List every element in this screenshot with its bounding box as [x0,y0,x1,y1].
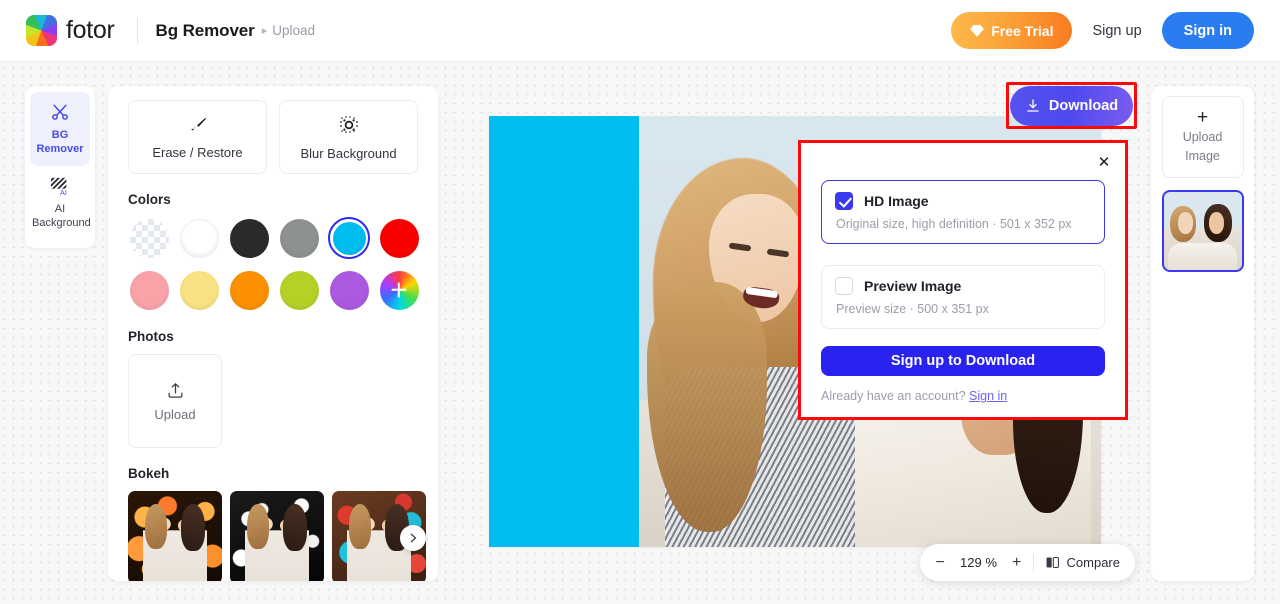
erase-restore-card[interactable]: Erase / Restore [128,100,267,174]
zoom-level-value: 129 % [960,555,997,570]
tool-card-row: Erase / Restore Blur Background [128,100,418,174]
gem-icon [970,24,985,37]
compare-button[interactable]: Compare [1045,555,1120,570]
header-actions: Free Trial Sign up Sign in [951,12,1254,49]
breadcrumb-separator-icon: ▸ [261,25,268,37]
zoom-out-button[interactable]: − [935,554,945,571]
sidebar-item-ai-background[interactable]: AI AI Background [30,166,91,240]
bokeh-next-arrow-button[interactable] [400,524,426,551]
upload-image-label-line2: Image [1185,149,1220,163]
colors-section-title: Colors [128,192,171,207]
popup-sign-in-link[interactable]: Sign in [969,389,1007,403]
bokeh-thumb-orange-lights[interactable] [128,491,222,581]
breadcrumb-current: Upload [272,23,315,38]
photos-section-title: Photos [128,329,174,344]
color-swatch-white[interactable] [178,217,220,259]
hd-image-checkbox[interactable] [835,192,853,210]
brand-logo[interactable]: fotor [26,15,115,46]
blur-background-label: Blur Background [300,146,397,161]
photos-upload-button[interactable]: Upload [128,354,222,448]
header-divider [136,17,138,44]
brush-icon [190,117,206,131]
close-icon[interactable]: ✕ [1093,151,1115,173]
bokeh-thumb-white-hearts[interactable] [230,491,324,581]
preview-image-checkbox[interactable] [835,277,853,295]
brand-name: fotor [66,16,115,44]
free-trial-label: Free Trial [991,22,1054,39]
color-swatch-orange[interactable] [228,269,270,311]
download-arrow-icon [1027,99,1039,112]
color-swatch-yellow[interactable] [178,269,220,311]
color-swatch-red[interactable] [378,217,420,259]
color-swatch-grid [128,217,420,311]
color-swatch-pink[interactable] [128,269,170,311]
right-sidebar: + Upload Image [1151,86,1254,581]
color-swatch-gray[interactable] [278,217,320,259]
option-preview-image[interactable]: Preview Image Preview size · 500 x 351 p… [821,265,1105,329]
ai-pattern-icon: AI [32,175,88,197]
photos-upload-label: Upload [154,406,196,422]
upload-image-label-line1: Upload [1182,130,1223,144]
blur-icon [339,116,358,133]
download-popup-highlight: ✕ HD Image Original size, high definitio… [798,140,1128,420]
download-popup: ✕ HD Image Original size, high definitio… [801,143,1125,417]
erase-restore-label: Erase / Restore [152,145,243,160]
option-hd-image[interactable]: HD Image Original size, high definition … [821,180,1105,244]
blur-background-card[interactable]: Blur Background [279,100,418,174]
zoom-divider [1032,554,1034,571]
color-swatch-lime[interactable] [278,269,320,311]
zoom-toolbar: − 129 % + Compare [920,544,1135,581]
bokeh-thumb-row [128,491,426,581]
sidebar-item-label: BG Remover [36,129,84,155]
sign-in-button[interactable]: Sign in [1161,12,1254,49]
compare-icon [1046,556,1059,569]
color-swatch-cyan-selected[interactable] [328,217,370,259]
left-tool-rail: BG Remover AI AI Background [25,86,95,248]
hd-image-title: HD Image [864,193,929,209]
compare-label: Compare [1066,555,1120,570]
color-swatch-purple[interactable] [328,269,370,311]
sidebar-item-bg-remover[interactable]: BG Remover [30,92,90,166]
preview-image-title: Preview Image [864,278,962,294]
sign-up-to-download-button[interactable]: Sign up to Download [821,346,1105,376]
bokeh-section-title: Bokeh [128,466,170,481]
hd-image-subtitle: Original size, high definition · 501 x 3… [836,217,1072,231]
top-header: fotor Bg Remover ▸ Upload Free Trial Sig… [0,0,1280,62]
chevron-right-icon [410,533,417,542]
free-trial-button[interactable]: Free Trial [951,12,1073,49]
fotor-logo-icon [26,15,57,46]
svg-text:AI: AI [60,188,67,196]
bg-tool-panel: Erase / Restore Blur Background Colors P… [108,86,438,581]
sidebar-item-label: AI Background [32,203,91,229]
download-button[interactable]: Download [1010,86,1133,126]
download-label: Download [1048,98,1119,114]
color-swatch-transparent[interactable] [128,217,170,259]
sign-up-link[interactable]: Sign up [1092,23,1141,39]
color-swatch-black[interactable] [228,217,270,259]
scissors-icon [32,101,88,123]
plus-icon: + [1196,107,1209,128]
account-prompt: Already have an account? Sign in [821,389,1105,403]
upload-image-button[interactable]: + Upload Image [1161,96,1244,178]
active-photo-thumbnail[interactable] [1161,190,1244,272]
zoom-in-button[interactable]: + [1011,554,1021,571]
upload-icon [168,382,182,398]
page-title: Bg Remover [155,20,255,40]
preview-image-subtitle: Preview size · 500 x 351 px [836,302,989,316]
color-picker-button[interactable] [378,269,420,311]
account-prompt-text: Already have an account? [821,389,966,403]
app-root: fotor Bg Remover ▸ Upload Free Trial Sig… [0,0,1280,604]
